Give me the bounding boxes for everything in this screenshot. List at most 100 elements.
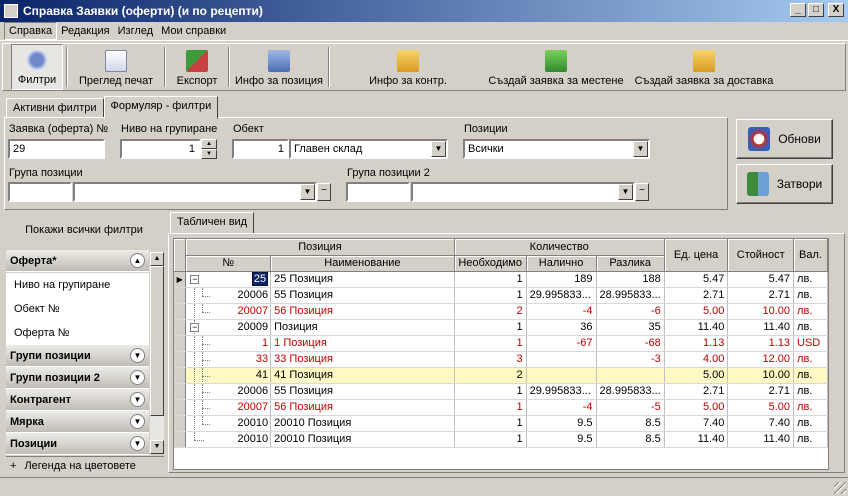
title-bar: Справка Заявки (оферти) (и по рецепти) _… <box>0 0 848 22</box>
print-preview-button[interactable]: Преглед печат <box>71 44 161 90</box>
section-unit[interactable]: Мярка ▼ <box>6 411 149 433</box>
export-button[interactable]: Експорт <box>169 44 225 90</box>
close-form-button[interactable]: Затвори <box>736 164 833 204</box>
table-row[interactable]: 20010 20010 Позиция 1 9.5 8.5 7.40 7.40 … <box>174 415 828 432</box>
status-bar <box>0 477 848 496</box>
chevron-down-icon[interactable]: ▼ <box>633 141 648 157</box>
maximize-button[interactable]: □ <box>808 3 824 17</box>
chevron-up-icon[interactable]: ▲ <box>130 253 145 268</box>
filter-item-object[interactable]: Обект № <box>6 297 149 321</box>
color-legend-toggle[interactable]: + Легенда на цветовете <box>6 456 164 474</box>
table-row[interactable]: −20009 Позиция 1 36 35 11.40 11.40 лв. <box>174 319 828 336</box>
create-move-order-button[interactable]: Създай заявка за местене <box>483 44 629 90</box>
header-name[interactable]: Наименование <box>270 255 455 272</box>
positions-label: Позиции <box>464 123 508 135</box>
order-number-input[interactable]: 29 <box>8 139 105 159</box>
group2-code-input[interactable] <box>346 182 410 202</box>
scroll-up-icon[interactable]: ▲ <box>150 252 164 266</box>
group-level-input[interactable]: 1 <box>120 139 201 159</box>
group2-select[interactable]: ▼ <box>411 182 635 202</box>
header-currency[interactable]: Вал. <box>793 239 828 272</box>
table-row[interactable]: 20007 56 Позиция 1 -4 -5 5.00 5.00 лв. <box>174 399 828 416</box>
menu-bar: Справка Редакция Изглед Мои справки <box>0 22 848 41</box>
window-title: Справка Заявки (оферти) (и по рецепти) <box>23 4 263 18</box>
positions-select[interactable]: Всички ▼ <box>463 139 650 159</box>
row-indicator-icon: ▶ <box>174 271 187 288</box>
group-select[interactable]: ▼ <box>73 182 317 202</box>
chevron-down-icon[interactable]: ▼ <box>130 414 145 429</box>
order-label: Заявка (оферта) № <box>9 123 109 135</box>
menu-edit[interactable]: Редакция <box>57 23 113 39</box>
section-position-groups-2[interactable]: Групи позиции 2 ▼ <box>6 367 149 389</box>
table-row[interactable]: ▶ −25 25 Позиция 1 189 188 5.47 5.47 лв. <box>174 271 828 288</box>
tab-form-filters[interactable]: Формуляр - филтри <box>103 96 219 119</box>
minimize-button[interactable]: _ <box>790 3 806 17</box>
section-positions[interactable]: Позиции ▼ <box>6 433 149 455</box>
resize-grip[interactable] <box>834 482 846 494</box>
table-row[interactable]: 20006 55 Позиция 1 29.995833... 28.99583… <box>174 383 828 400</box>
show-all-filters-button[interactable]: Покажи всички филтри <box>4 212 164 248</box>
table-row[interactable]: 41 41 Позиция 2 5.00 10.00 лв. <box>174 367 828 384</box>
group2-clear-button[interactable]: − <box>635 183 649 201</box>
group-level-spinner[interactable]: ▲ ▼ <box>201 139 217 159</box>
delivery-icon <box>693 50 715 72</box>
menu-view[interactable]: Изглед <box>114 23 157 39</box>
grid-panel: Позиция Количество Ед. цена Стойност Вал… <box>168 233 845 473</box>
scroll-thumb[interactable] <box>150 266 164 416</box>
chevron-down-icon[interactable]: ▼ <box>130 436 145 451</box>
section-position-groups[interactable]: Групи позиции ▼ <box>6 345 149 367</box>
header-unit-price[interactable]: Ед. цена <box>664 239 729 272</box>
create-delivery-order-button[interactable]: Създай заявка за доставка <box>629 44 779 90</box>
collapse-icon[interactable]: − <box>190 322 200 332</box>
chevron-down-icon[interactable]: ▼ <box>130 392 145 407</box>
object-number-input[interactable]: 1 <box>232 139 289 159</box>
spin-up-icon[interactable]: ▲ <box>201 139 217 149</box>
chevron-down-icon[interactable]: ▼ <box>618 184 633 200</box>
contractor-info-button[interactable]: Инфо за контр. <box>333 44 483 90</box>
collapse-icon[interactable]: − <box>190 274 200 284</box>
data-grid[interactable]: Позиция Количество Ед. цена Стойност Вал… <box>173 238 829 470</box>
chevron-down-icon[interactable]: ▼ <box>300 184 315 200</box>
close-button[interactable]: X <box>828 3 844 17</box>
group-code-input[interactable] <box>8 182 72 202</box>
group-clear-button[interactable]: − <box>317 183 331 201</box>
menu-report[interactable]: Справка <box>4 22 58 40</box>
grid-corner <box>174 239 187 272</box>
table-row[interactable]: 20006 55 Позиция 1 29.995833... 28.99583… <box>174 287 828 304</box>
chevron-down-icon[interactable]: ▼ <box>431 141 446 157</box>
spin-down-icon[interactable]: ▼ <box>201 149 217 159</box>
tab-table-view[interactable]: Табличен вид <box>170 212 255 234</box>
refresh-icon <box>748 127 771 151</box>
table-row[interactable]: 20010 20010 Позиция 1 9.5 8.5 11.40 11.4… <box>174 431 828 448</box>
header-needed[interactable]: Необходимо <box>454 255 527 272</box>
sidebar-scrollbar[interactable]: ▲ ▼ <box>150 252 164 454</box>
section-offer[interactable]: Оферта* ▲ <box>6 250 149 272</box>
refresh-button[interactable]: Обнови <box>736 119 833 159</box>
object-label: Обект <box>233 123 264 135</box>
scroll-down-icon[interactable]: ▼ <box>150 440 164 454</box>
header-difference[interactable]: Разлика <box>596 255 665 272</box>
group-label: Група позиции <box>9 167 83 179</box>
filter-form: Заявка (оферта) № 29 Ниво на групиране 1… <box>4 117 728 210</box>
header-available[interactable]: Налично <box>526 255 597 272</box>
app-icon <box>4 4 18 18</box>
section-contractor[interactable]: Контрагент ▼ <box>6 389 149 411</box>
chevron-down-icon[interactable]: ▼ <box>130 348 145 363</box>
table-row[interactable]: 33 33 Позиция 3 -3 4.00 12.00 лв. <box>174 351 828 368</box>
export-icon <box>186 50 208 72</box>
position-info-button[interactable]: Инфо за позиция <box>233 44 325 90</box>
table-row[interactable]: 20007 56 Позиция 2 -4 -6 5.00 10.00 лв. <box>174 303 828 320</box>
expand-plus-icon: + <box>10 459 17 472</box>
filter-item-offer[interactable]: Оферта № <box>6 321 149 345</box>
header-number[interactable]: № <box>185 255 272 272</box>
group2-label: Група позиции 2 <box>347 167 430 179</box>
chevron-down-icon[interactable]: ▼ <box>130 370 145 385</box>
contractor-info-icon <box>397 50 419 72</box>
menu-my-reports[interactable]: Мои справки <box>157 23 230 39</box>
filter-item-group-level[interactable]: Ниво на групиране <box>6 273 149 297</box>
object-select[interactable]: Главен склад ▼ <box>289 139 448 159</box>
tab-active-filters[interactable]: Активни филтри <box>6 98 104 118</box>
header-value[interactable]: Стойност <box>727 239 795 272</box>
filters-button[interactable]: Филтри <box>11 44 63 90</box>
table-row[interactable]: 1 1 Позиция 1 -67 -68 1.13 1.13 USD <box>174 335 828 352</box>
